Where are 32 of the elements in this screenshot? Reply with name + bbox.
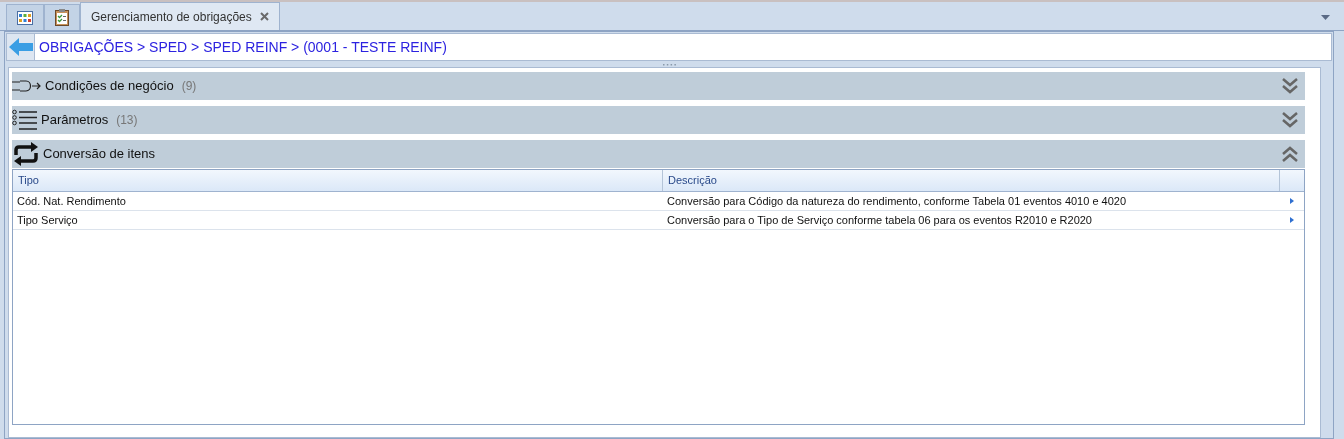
section-header[interactable]: Condições de negócio (9) (12, 72, 1305, 100)
clipboard-icon (55, 9, 69, 26)
grid-icon (17, 10, 33, 25)
count-label: (13) (116, 112, 138, 129)
column-header[interactable]: Descrição (663, 170, 1280, 191)
table-cell-text: Tipo Serviço (16, 212, 79, 228)
row-arrow-icon[interactable] (1290, 198, 1294, 204)
tab[interactable]: Gerenciamento de obrigações (80, 2, 280, 30)
column-header[interactable]: Tipo (13, 170, 663, 191)
section-header[interactable]: Parâmetros (13) (12, 106, 1305, 134)
repeat-arrows-icon (12, 142, 40, 166)
dropdown-arrow-icon[interactable] (1321, 15, 1330, 20)
breadcrumb: OBRIGAÇÕES > SPED > SPED REINF > (0001 - TESTE REINF) (39, 37, 447, 57)
back-button[interactable] (7, 34, 35, 60)
section-header[interactable]: Conversão de itens (12, 140, 1305, 168)
expand-chevron-icon[interactable] (1281, 78, 1299, 94)
table-cell-text: Conversão para o Tipo de Serviço conforme tabela 06 para os eventos R2010 e R2020 (666, 212, 1093, 228)
section-title: Parâmetros (41, 111, 109, 130)
tab[interactable] (6, 4, 44, 30)
section-title: Conversão de itens (43, 145, 155, 164)
back-arrow-icon (8, 38, 33, 56)
close-icon[interactable] (259, 12, 269, 21)
table-cell-text: Cód. Nat. Rendimento (16, 193, 127, 209)
tab[interactable] (44, 4, 80, 30)
expand-chevron-icon[interactable] (1281, 112, 1299, 128)
list-icon (12, 109, 38, 131)
table-cell-text: Conversão para Código da natureza do rendimento, conforme Tabela 01 eventos 4010 e 4020 (666, 193, 1128, 209)
flow-arrows-icon (12, 78, 42, 94)
section-title: Condições de negócio (45, 77, 174, 96)
collapse-chevron-icon[interactable] (1281, 146, 1299, 162)
row-arrow-icon[interactable] (1290, 217, 1294, 223)
count-label: (9) (181, 78, 197, 95)
